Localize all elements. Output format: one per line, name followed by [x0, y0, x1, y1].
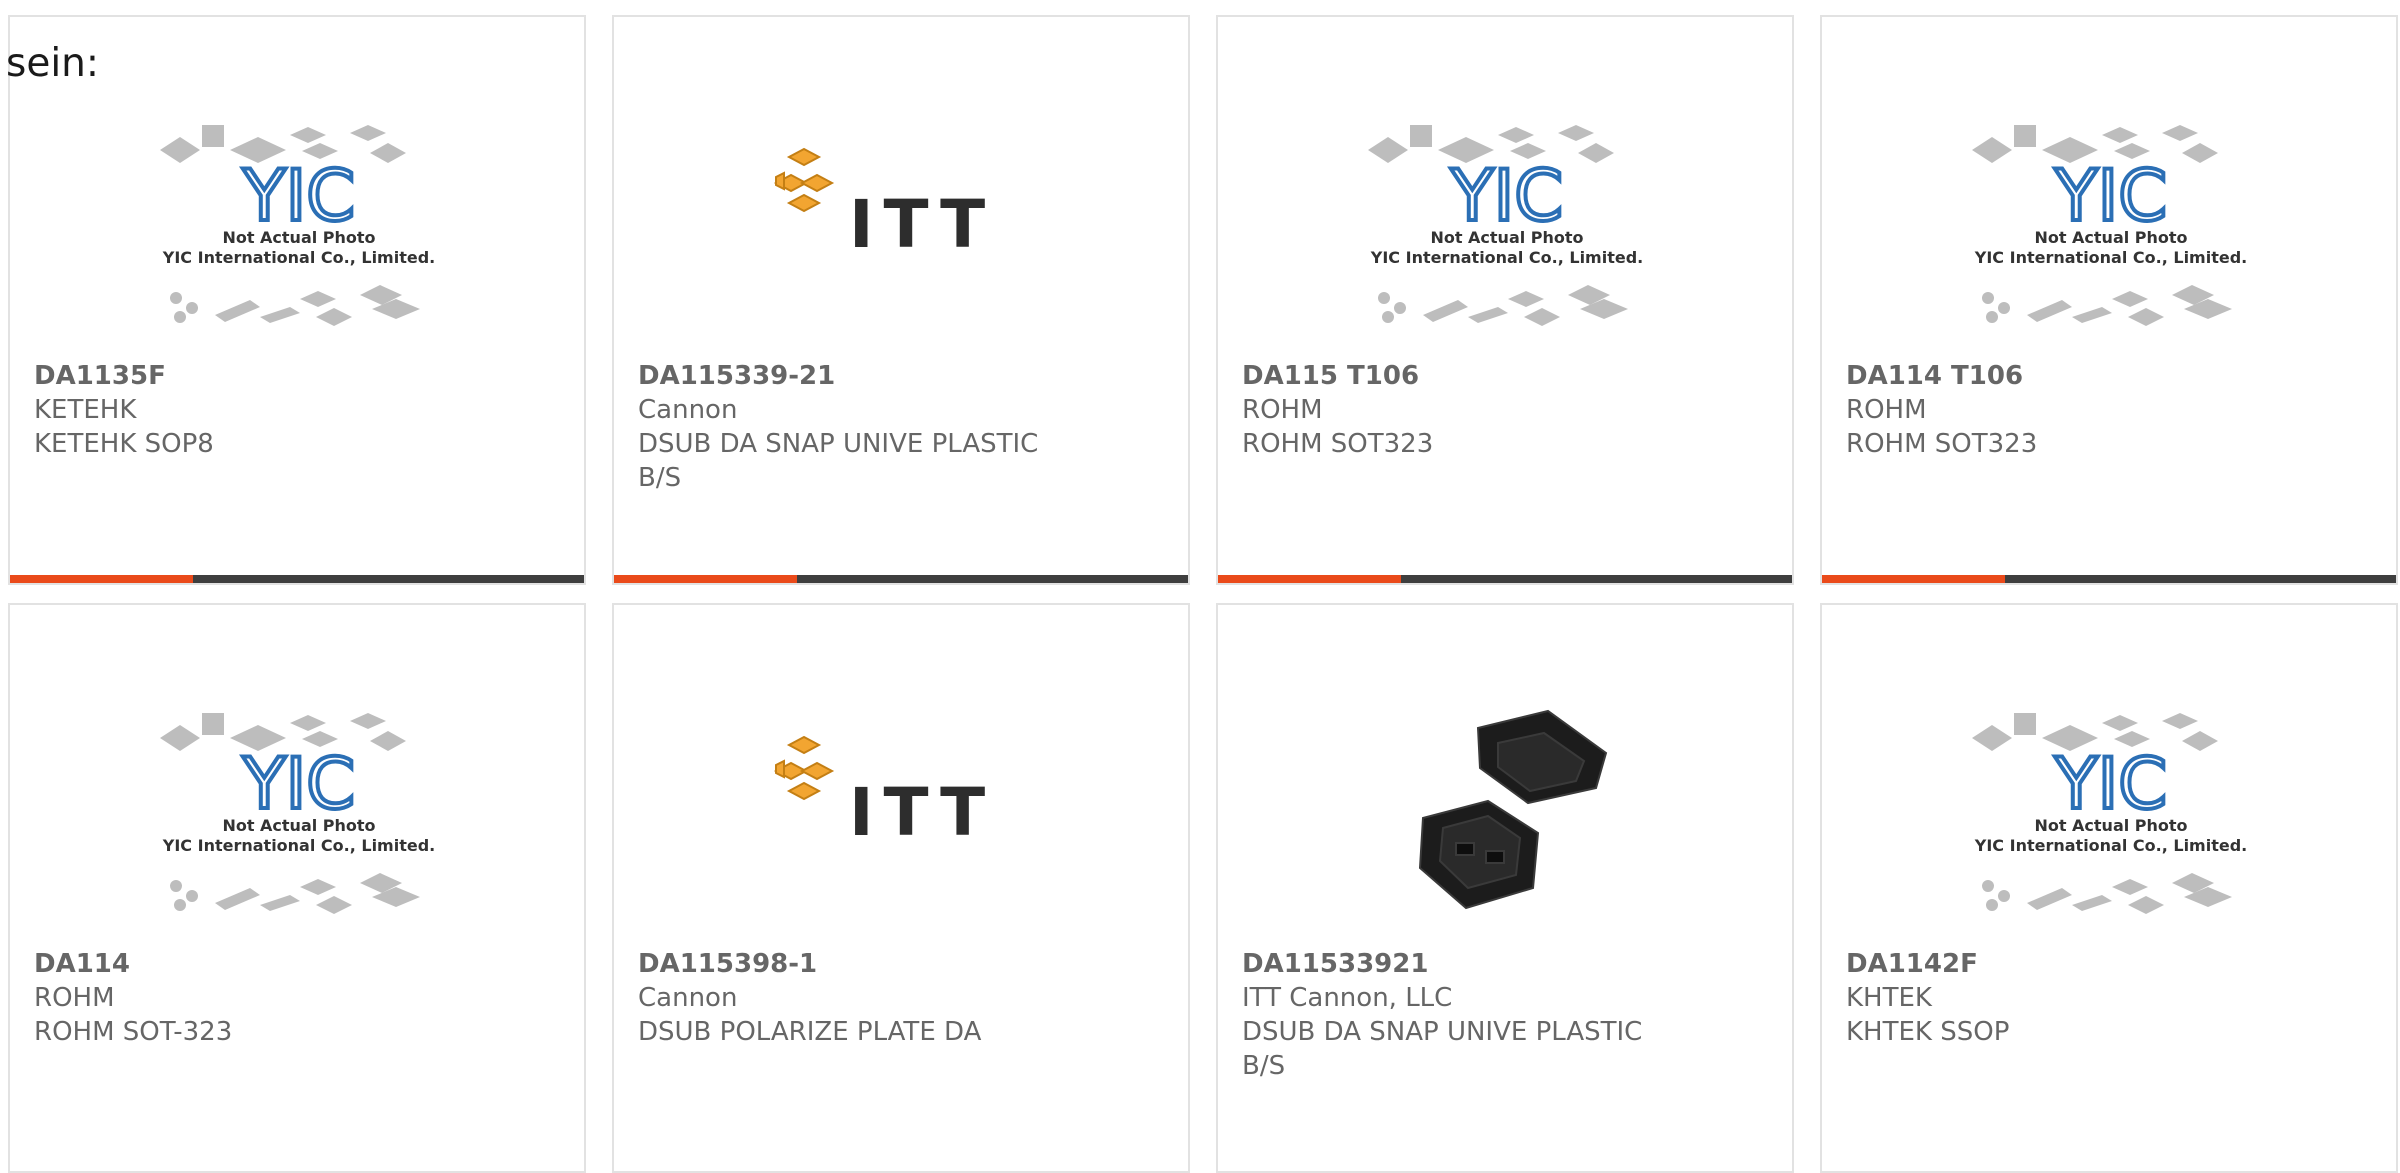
connector-graphic	[1418, 709, 1608, 910]
product-info: DA115398-1 Cannon DSUB POLARIZE PLATE DA	[638, 947, 1088, 1049]
svg-text:YIC: YIC	[2054, 155, 2167, 237]
product-card[interactable]: YIC Not Actual Photo YIC International C…	[1820, 603, 2398, 1173]
yic-placeholder-graphic: YIC Not Actual Photo YIC International C…	[160, 125, 435, 326]
image-caption-company: YIC International Co., Limited.	[162, 836, 435, 855]
product-grid: YIC Not Actual Photo YIC International C…	[8, 15, 2398, 1173]
description: DSUB DA SNAP UNIVE PLASTIC B/S	[638, 429, 1039, 493]
bar-rest	[2005, 575, 2396, 583]
product-info: DA115339-21 Cannon DSUB DA SNAP UNIVE PL…	[638, 359, 1088, 495]
product-info: DA1135F KETEHK KETEHK SOP8	[34, 359, 484, 461]
manufacturer: ITT Cannon, LLC	[1242, 983, 1453, 1013]
part-number[interactable]: DA1142F	[1846, 947, 2296, 981]
bar-accent	[10, 575, 193, 583]
itt-logo-image[interactable]: ITT	[744, 683, 1062, 951]
part-number[interactable]: DA115398-1	[638, 947, 1088, 981]
image-caption: Not Actual Photo	[1430, 228, 1583, 247]
product-card[interactable]: ITT DA115339-21 Cannon DSUB DA SNAP UNIV…	[612, 15, 1190, 585]
manufacturer: ROHM	[1242, 395, 1323, 425]
yic-placeholder-image[interactable]: YIC Not Actual Photo YIC International C…	[140, 95, 458, 363]
image-caption: Not Actual Photo	[2034, 228, 2187, 247]
image-caption-company: YIC International Co., Limited.	[1974, 248, 2247, 267]
yic-placeholder-image[interactable]: YIC Not Actual Photo YIC International C…	[1952, 683, 2270, 951]
description: KETEHK SOP8	[34, 429, 214, 459]
itt-logo-graphic: ITT	[773, 147, 995, 263]
svg-text:YIC: YIC	[242, 743, 355, 825]
logo-text: ITT	[849, 186, 995, 263]
bar-rest	[1401, 575, 1792, 583]
product-card[interactable]: YIC Not Actual Photo YIC International C…	[1216, 15, 1794, 585]
yic-placeholder-image[interactable]: YIC Not Actual Photo YIC International C…	[1348, 95, 1666, 363]
product-card[interactable]: YIC Not Actual Photo YIC International C…	[1820, 15, 2398, 585]
bar-accent	[1822, 575, 2005, 583]
description: DSUB DA SNAP UNIVE PLASTIC B/S	[1242, 1017, 1643, 1081]
manufacturer: ROHM	[34, 983, 115, 1013]
image-caption: Not Actual Photo	[2034, 816, 2187, 835]
svg-text:YIC: YIC	[2054, 743, 2167, 825]
connector-photo[interactable]	[1348, 683, 1666, 951]
manufacturer: Cannon	[638, 395, 738, 425]
product-info: DA114 T106 ROHM ROHM SOT323	[1846, 359, 2296, 461]
product-info: DA1142F KHTEK KHTEK SSOP	[1846, 947, 2296, 1049]
description: ROHM SOT323	[1242, 429, 1434, 459]
product-card[interactable]: YIC Not Actual Photo YIC International C…	[8, 15, 586, 585]
lead-text: sein:	[6, 41, 100, 86]
card-progress-bar	[1822, 575, 2396, 583]
svg-text:YIC: YIC	[242, 155, 355, 237]
part-number[interactable]: DA114 T106	[1846, 359, 2296, 393]
bar-rest	[797, 575, 1188, 583]
image-caption: Not Actual Photo	[222, 228, 375, 247]
card-progress-bar	[10, 575, 584, 583]
description: ROHM SOT-323	[34, 1017, 233, 1047]
bar-accent	[614, 575, 797, 583]
manufacturer: ROHM	[1846, 395, 1927, 425]
yic-placeholder-image[interactable]: YIC Not Actual Photo YIC International C…	[1952, 95, 2270, 363]
yic-placeholder-graphic: YIC Not Actual Photo YIC International C…	[1368, 125, 1643, 326]
bar-rest	[193, 575, 584, 583]
manufacturer: Cannon	[638, 983, 738, 1013]
manufacturer: KHTEK	[1846, 983, 1932, 1013]
part-number[interactable]: DA1135F	[34, 359, 484, 393]
card-progress-bar	[614, 575, 1188, 583]
itt-logo-image[interactable]: ITT	[744, 95, 1062, 363]
image-caption-company: YIC International Co., Limited.	[1974, 836, 2247, 855]
product-card[interactable]: YIC Not Actual Photo YIC International C…	[8, 603, 586, 1173]
description: ROHM SOT323	[1846, 429, 2038, 459]
yic-placeholder-graphic: YIC Not Actual Photo YIC International C…	[1972, 713, 2247, 914]
product-info: DA115 T106 ROHM ROHM SOT323	[1242, 359, 1692, 461]
product-info: DA114 ROHM ROHM SOT-323	[34, 947, 484, 1049]
card-progress-bar	[1218, 575, 1792, 583]
product-info: DA11533921 ITT Cannon, LLC DSUB DA SNAP …	[1242, 947, 1692, 1083]
logo-text: ITT	[849, 774, 995, 851]
part-number[interactable]: DA115 T106	[1242, 359, 1692, 393]
description: KHTEK SSOP	[1846, 1017, 2010, 1047]
description: DSUB POLARIZE PLATE DA	[638, 1017, 982, 1047]
part-number[interactable]: DA114	[34, 947, 484, 981]
product-card[interactable]: DA11533921 ITT Cannon, LLC DSUB DA SNAP …	[1216, 603, 1794, 1173]
manufacturer: KETEHK	[34, 395, 137, 425]
product-card[interactable]: ITT DA115398-1 Cannon DSUB POLARIZE PLAT…	[612, 603, 1190, 1173]
yic-placeholder-graphic: YIC Not Actual Photo YIC International C…	[160, 713, 435, 914]
yic-placeholder-graphic: YIC Not Actual Photo YIC International C…	[1972, 125, 2247, 326]
part-number[interactable]: DA115339-21	[638, 359, 1088, 393]
svg-text:YIC: YIC	[1450, 155, 1563, 237]
bar-accent	[1218, 575, 1401, 583]
image-caption-company: YIC International Co., Limited.	[162, 248, 435, 267]
image-caption: Not Actual Photo	[222, 816, 375, 835]
yic-placeholder-image[interactable]: YIC Not Actual Photo YIC International C…	[140, 683, 458, 951]
image-caption-company: YIC International Co., Limited.	[1370, 248, 1643, 267]
itt-logo-graphic: ITT	[773, 735, 995, 851]
part-number[interactable]: DA11533921	[1242, 947, 1692, 981]
